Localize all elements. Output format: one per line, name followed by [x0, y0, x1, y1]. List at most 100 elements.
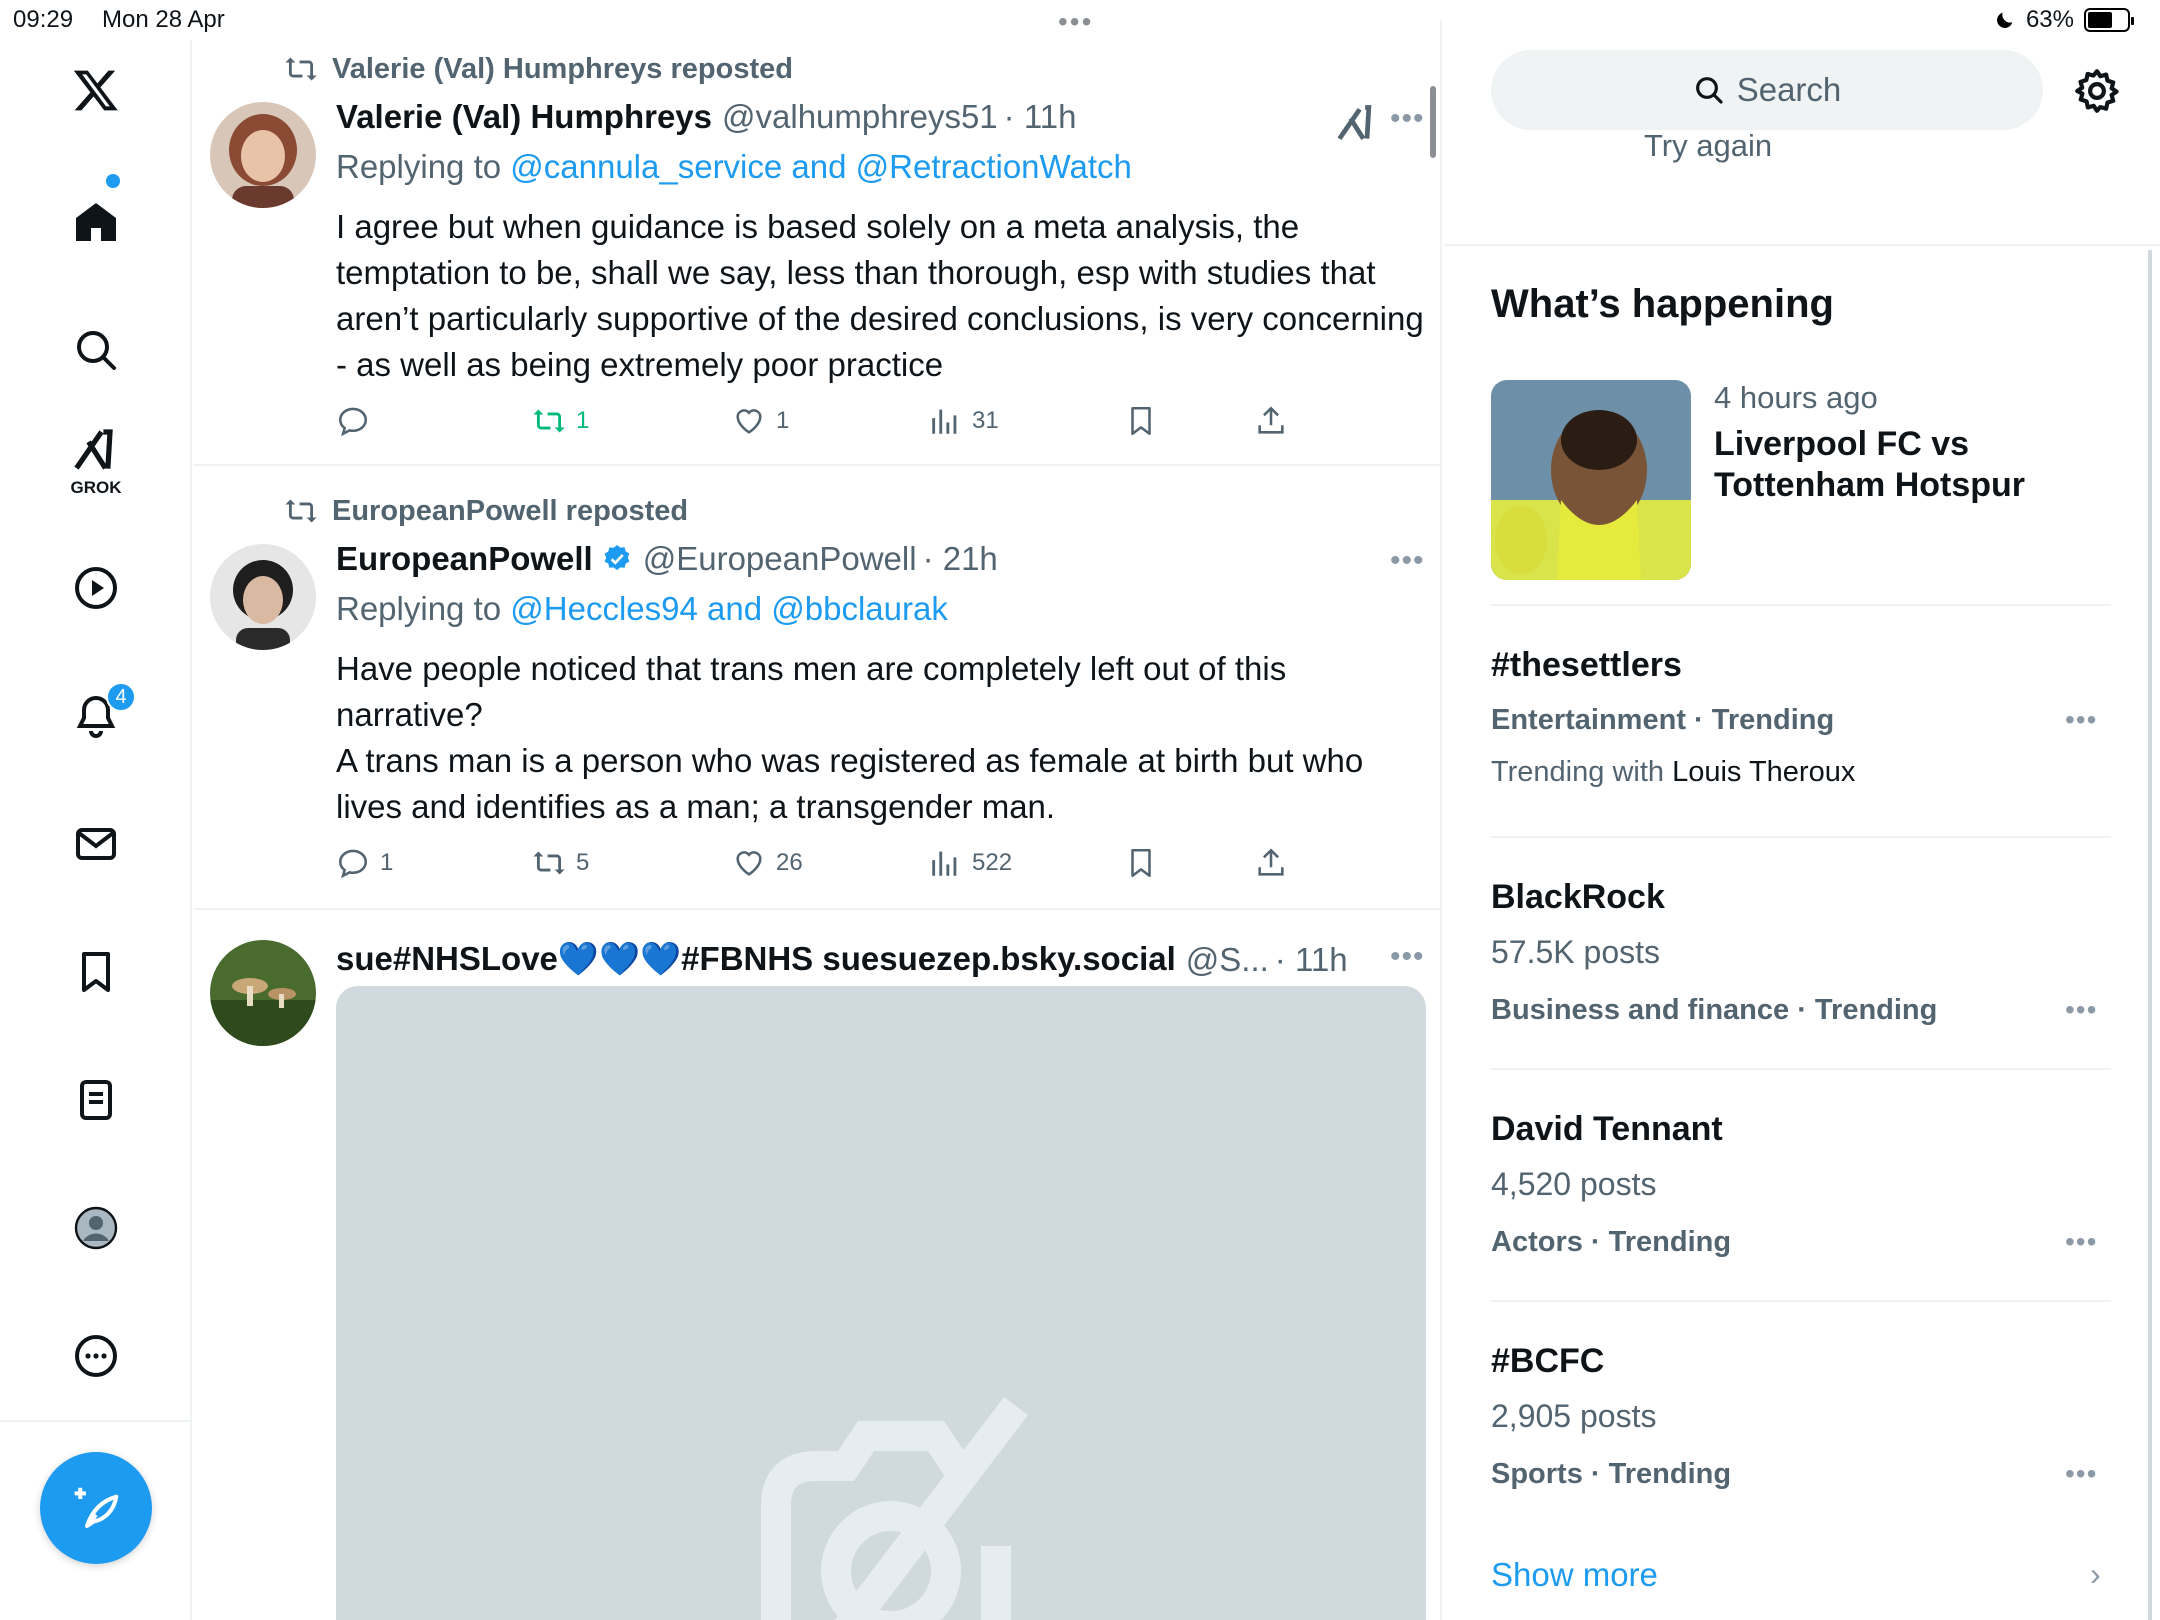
- trend-more-icon[interactable]: •••: [2065, 704, 2097, 736]
- news-headline[interactable]: Liverpool FC vs Tottenham Hotspur: [1714, 424, 2104, 506]
- trend-meta: Sports · Trending: [1491, 1458, 1732, 1490]
- post-time[interactable]: · 11h: [1275, 941, 1348, 979]
- verified-badge-icon: [604, 545, 630, 571]
- timeline[interactable]: Valerie (Val) Humphreys reposted Valerie…: [194, 20, 1442, 1620]
- search-placeholder: Search: [1736, 71, 1842, 108]
- search-icon[interactable]: [66, 320, 126, 380]
- trend-more-icon[interactable]: •••: [2065, 1458, 2097, 1490]
- trend-meta: Actors · Trending: [1491, 1226, 1732, 1258]
- post-text-line-1: Have people noticed that trans men are c…: [336, 650, 1287, 733]
- like-button[interactable]: 1: [732, 404, 789, 438]
- compose-feather-icon: [74, 1487, 119, 1529]
- nav-divider: [0, 1420, 192, 1422]
- repost-icon: [285, 499, 317, 523]
- lists-icon[interactable]: [66, 1070, 126, 1130]
- reply-button[interactable]: [336, 404, 380, 438]
- reply-icon: [338, 849, 368, 879]
- bookmark-icon: [1131, 848, 1151, 878]
- bookmark-button[interactable]: [1124, 404, 1158, 438]
- profile-icon[interactable]: [66, 1198, 126, 1258]
- trend-title[interactable]: #thesettlers: [1491, 646, 1682, 685]
- views-count: 522: [972, 849, 1013, 876]
- x-logo-icon[interactable]: [66, 60, 126, 120]
- author-name[interactable]: Valerie (Val) Humphreys: [336, 98, 712, 136]
- trend-more-icon[interactable]: •••: [2065, 994, 2097, 1026]
- trending-with-name[interactable]: Louis Theroux: [1672, 756, 1855, 788]
- trend-separator: [1491, 1300, 2111, 1302]
- home-unread-dot: [106, 174, 120, 188]
- author-handle[interactable]: @EuropeanPowell: [643, 540, 917, 578]
- right-scrollbar[interactable]: [2148, 250, 2152, 1620]
- like-icon: [736, 409, 762, 434]
- messages-icon[interactable]: [66, 814, 126, 874]
- repost-button[interactable]: 1: [532, 404, 589, 438]
- search-icon: [1695, 77, 1723, 104]
- trend-separator: [1491, 1068, 2111, 1070]
- post-header: EuropeanPowell @EuropeanPowell · 21h: [336, 540, 998, 578]
- trend-meta: Business and finance · Trending: [1491, 994, 1938, 1026]
- repost-action-icon: [533, 851, 565, 875]
- post-text-line-2: A trans man is a person who was register…: [336, 742, 1364, 825]
- chevron-right-icon[interactable]: ›: [2090, 1556, 2101, 1593]
- news-thumbnail[interactable]: [1491, 380, 1691, 580]
- trend-more-icon[interactable]: •••: [2065, 1226, 2097, 1258]
- trend-posts: 4,520 posts: [1491, 1166, 1657, 1202]
- post-more-icon[interactable]: •••: [1390, 544, 1425, 578]
- post-header: Valerie (Val) Humphreys @valhumphreys51 …: [336, 98, 1076, 136]
- avatar[interactable]: [210, 544, 316, 650]
- compose-post-button[interactable]: [40, 1452, 152, 1564]
- repost-indicator: Valerie (Val) Humphreys reposted: [284, 52, 793, 86]
- repost-button[interactable]: 5: [532, 846, 589, 880]
- trend-posts: 2,905 posts: [1491, 1398, 1657, 1434]
- post-1[interactable]: Valerie (Val) Humphreys reposted Valerie…: [194, 20, 1440, 466]
- author-handle[interactable]: @valhumphreys51: [722, 98, 998, 136]
- post-time[interactable]: · 21h: [923, 540, 998, 578]
- post-actions: 1 5 26 522: [336, 846, 1336, 890]
- author-handle[interactable]: @S...: [1186, 941, 1269, 979]
- trend-title[interactable]: BlackRock: [1491, 878, 1665, 917]
- views-button[interactable]: 31: [928, 404, 999, 438]
- post-time[interactable]: · 11h: [1004, 98, 1077, 136]
- avatar[interactable]: [210, 102, 316, 208]
- show-more-link[interactable]: Show more: [1491, 1556, 1658, 1594]
- trend-title[interactable]: David Tennant: [1491, 1110, 1723, 1149]
- try-again-text[interactable]: Try again: [1644, 128, 1772, 164]
- repost-label: EuropeanPowell reposted: [332, 494, 689, 527]
- grok-explain-icon[interactable]: [1334, 102, 1378, 146]
- more-icon[interactable]: [66, 1326, 126, 1386]
- repost-count: 1: [576, 407, 590, 434]
- whats-happening-title: What’s happening: [1491, 282, 1834, 326]
- post-text: I agree but when guidance is based solel…: [336, 208, 1424, 383]
- replying-prefix: Replying to: [336, 148, 511, 185]
- replying-prefix: Replying to: [336, 590, 511, 627]
- bookmarks-icon[interactable]: [66, 942, 126, 1002]
- post-2[interactable]: EuropeanPowell reposted EuropeanPowell @…: [194, 466, 1440, 910]
- trend-meta: Entertainment · Trending: [1491, 704, 1835, 736]
- home-icon[interactable]: [66, 192, 126, 252]
- trend-separator: [1491, 836, 2111, 838]
- like-count: 26: [776, 849, 803, 876]
- views-count: 31: [972, 407, 999, 434]
- notifications-badge: 4: [106, 682, 136, 712]
- author-name[interactable]: EuropeanPowell: [336, 540, 593, 578]
- author-name[interactable]: sue#NHSLove💙💙💙#FBNHS suesuezep.bsky.soci…: [336, 940, 1176, 979]
- avatar[interactable]: [210, 940, 316, 1046]
- reply-mentions[interactable]: @cannula_service and @RetractionWatch: [510, 148, 1132, 185]
- media-placeholder[interactable]: [336, 986, 1426, 1620]
- trending-with-prefix: Trending with: [1491, 756, 1673, 788]
- post-more-icon[interactable]: •••: [1390, 102, 1425, 136]
- views-button[interactable]: 522: [928, 846, 1012, 880]
- bookmark-button[interactable]: [1124, 846, 1158, 880]
- like-button[interactable]: 26: [732, 846, 803, 880]
- video-icon[interactable]: [66, 558, 126, 618]
- share-button[interactable]: [1254, 846, 1288, 880]
- search-input[interactable]: Search: [1491, 50, 2043, 130]
- grok-icon[interactable]: [66, 420, 126, 480]
- trend-title[interactable]: #BCFC: [1491, 1342, 1604, 1381]
- reply-mentions[interactable]: @Heccles94 and @bbclaurak: [510, 590, 948, 627]
- share-button[interactable]: [1254, 404, 1288, 438]
- reply-button[interactable]: 1: [336, 846, 393, 880]
- post-more-icon[interactable]: •••: [1390, 940, 1425, 974]
- settings-gear-icon[interactable]: [2072, 66, 2122, 116]
- news-time: 4 hours ago: [1714, 380, 1878, 415]
